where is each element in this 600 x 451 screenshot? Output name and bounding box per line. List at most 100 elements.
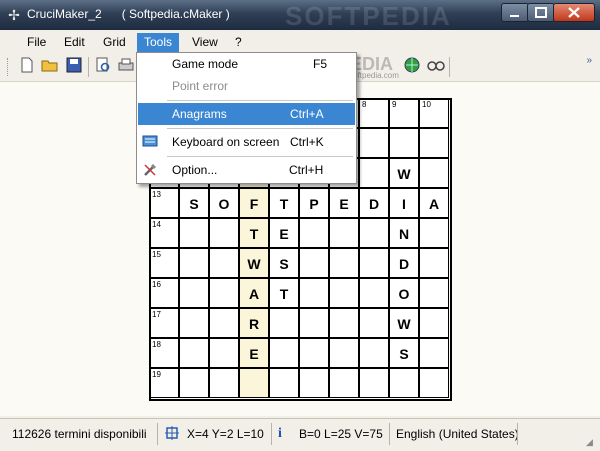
grid-cell[interactable] (179, 368, 209, 398)
grid-cell[interactable] (299, 368, 329, 398)
grid-cell[interactable]: O (389, 278, 419, 308)
grid-cell[interactable] (329, 218, 359, 248)
print-preview-icon[interactable] (93, 57, 113, 75)
open-folder-icon[interactable] (40, 57, 60, 75)
print-icon[interactable] (116, 57, 136, 75)
grid-cell[interactable] (329, 368, 359, 398)
grid-cell[interactable] (419, 128, 449, 158)
grid-cell[interactable]: P (299, 188, 329, 218)
grid-cell[interactable] (299, 278, 329, 308)
grid-cell[interactable] (209, 218, 239, 248)
grid-cell[interactable] (239, 368, 269, 398)
grid-cell[interactable] (299, 218, 329, 248)
grid-cell[interactable] (419, 158, 449, 188)
grid-cell[interactable] (359, 158, 389, 188)
maximize-button[interactable] (527, 3, 555, 22)
toolbar-grip[interactable] (7, 58, 11, 76)
grid-cell[interactable] (419, 338, 449, 368)
grid-cell[interactable] (269, 338, 299, 368)
grid-cell[interactable]: A (239, 278, 269, 308)
grid-cell[interactable]: 15 (149, 248, 179, 278)
grid-cell[interactable]: W (239, 248, 269, 278)
grid-cell[interactable] (359, 338, 389, 368)
grid-cell[interactable]: 19 (149, 368, 179, 398)
grid-cell[interactable]: E (239, 338, 269, 368)
grid-cell[interactable]: D (389, 248, 419, 278)
grid-cell[interactable]: 17 (149, 308, 179, 338)
grid-cell[interactable] (389, 368, 419, 398)
title-bar[interactable]: ✢ CruciMaker_2 ( Softpedia.cMaker ) SOFT… (0, 0, 600, 31)
grid-cell[interactable]: O (209, 188, 239, 218)
glasses-icon[interactable] (426, 57, 446, 75)
grid-cell[interactable]: 13 (149, 188, 179, 218)
grid-cell[interactable] (359, 308, 389, 338)
grid-cell[interactable] (209, 308, 239, 338)
grid-cell[interactable]: E (269, 218, 299, 248)
menu-grid[interactable]: Grid (99, 34, 130, 51)
grid-cell[interactable]: D (359, 188, 389, 218)
menu-file[interactable]: File (23, 34, 50, 51)
grid-cell[interactable] (419, 308, 449, 338)
grid-cell[interactable]: W (389, 158, 419, 188)
grid-cell[interactable] (359, 368, 389, 398)
grid-cell[interactable]: 14 (149, 218, 179, 248)
minimize-button[interactable] (501, 3, 529, 22)
grid-cell[interactable] (179, 278, 209, 308)
grid-cell[interactable] (359, 218, 389, 248)
grid-cell[interactable] (419, 368, 449, 398)
grid-cell[interactable] (209, 248, 239, 278)
grid-cell[interactable] (179, 308, 209, 338)
grid-cell[interactable] (419, 278, 449, 308)
resize-grip-icon[interactable]: ◢ (586, 437, 598, 449)
grid-cell[interactable]: W (389, 308, 419, 338)
grid-cell[interactable] (359, 128, 389, 158)
menu-help[interactable]: ? (231, 34, 246, 51)
grid-cell[interactable] (299, 338, 329, 368)
new-file-icon[interactable] (17, 57, 37, 75)
grid-cell[interactable]: S (179, 188, 209, 218)
menu-tools[interactable]: Tools (137, 33, 180, 52)
grid-cell[interactable]: A (419, 188, 449, 218)
grid-cell[interactable]: N (389, 218, 419, 248)
grid-cell[interactable]: T (269, 278, 299, 308)
menu-view[interactable]: View (188, 34, 222, 51)
grid-cell[interactable] (359, 278, 389, 308)
grid-cell[interactable]: E (329, 188, 359, 218)
grid-cell[interactable]: 10 (419, 98, 449, 128)
grid-cell[interactable]: F (239, 188, 269, 218)
menu-edit[interactable]: Edit (60, 34, 89, 51)
grid-cell[interactable] (419, 248, 449, 278)
grid-cell[interactable]: T (239, 218, 269, 248)
grid-cell[interactable] (179, 248, 209, 278)
grid-cell[interactable] (329, 338, 359, 368)
menu-item-point-error[interactable]: Point error (138, 75, 355, 97)
grid-cell[interactable] (209, 278, 239, 308)
grid-cell[interactable] (299, 308, 329, 338)
grid-cell[interactable]: 8 (359, 98, 389, 128)
menu-item-game-mode[interactable]: Game mode F5 (138, 53, 355, 75)
grid-cell[interactable] (269, 308, 299, 338)
grid-cell[interactable] (209, 368, 239, 398)
grid-cell[interactable] (179, 338, 209, 368)
menu-item-option[interactable]: Option... Ctrl+H (138, 159, 355, 181)
grid-cell[interactable]: S (269, 248, 299, 278)
grid-cell[interactable] (419, 218, 449, 248)
grid-cell[interactable]: R (239, 308, 269, 338)
close-button[interactable] (553, 3, 595, 22)
menu-item-anagrams[interactable]: Anagrams Ctrl+A (138, 103, 355, 125)
grid-cell[interactable] (269, 368, 299, 398)
save-icon[interactable] (64, 57, 84, 75)
grid-cell[interactable] (179, 218, 209, 248)
grid-cell[interactable] (389, 128, 419, 158)
grid-cell[interactable]: T (269, 188, 299, 218)
grid-cell[interactable] (329, 248, 359, 278)
globe-icon[interactable] (402, 57, 422, 75)
grid-cell[interactable]: 16 (149, 278, 179, 308)
grid-cell[interactable] (329, 308, 359, 338)
app-icon[interactable]: ✢ (6, 7, 22, 23)
grid-cell[interactable] (329, 278, 359, 308)
grid-cell[interactable] (209, 338, 239, 368)
grid-cell[interactable]: S (389, 338, 419, 368)
chevron-right-icon[interactable]: » (586, 55, 592, 66)
grid-cell[interactable] (299, 248, 329, 278)
